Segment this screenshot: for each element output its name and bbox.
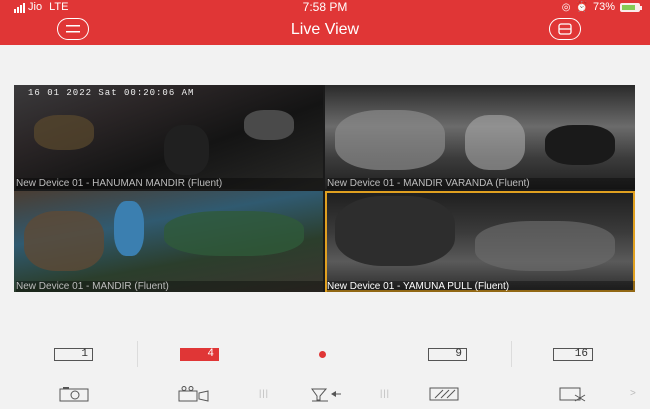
camera-caption: New Device 01 - HANUMAN MANDIR (Fluent) (16, 178, 323, 189)
split-16-tab[interactable]: 16 (553, 346, 593, 361)
split-1-label: 1 (54, 348, 93, 361)
record-button[interactable] (176, 384, 212, 404)
image-quality-icon (429, 387, 459, 401)
camera-timestamp: 16 01 2022 Sat 00:20:06 AM (28, 88, 195, 98)
split-4-tab[interactable]: 4 (180, 346, 219, 361)
more-arrow-icon[interactable]: > (630, 388, 637, 399)
app-header: Jio LTE 7:58 PM ◎ ⏰ 73% Live View (0, 0, 650, 45)
battery-percent: 73% (592, 1, 615, 13)
layout-icon (558, 23, 572, 35)
image-quality-button[interactable] (426, 384, 462, 404)
split-4-label: 4 (180, 348, 219, 361)
bottom-toolbar: ||| ||| > (0, 380, 650, 409)
stop-all-icon (559, 387, 586, 402)
record-icon (178, 386, 209, 402)
stop-all-button[interactable] (556, 384, 592, 404)
active-indicator-dot (319, 351, 326, 358)
camera-tile-4[interactable]: New Device 01 - YAMUNA PULL (Fluent) (325, 191, 635, 292)
status-right: ◎ ⏰ 73% (561, 0, 642, 15)
layout-button[interactable] (549, 18, 581, 40)
divider (511, 341, 512, 367)
camera-caption: New Device 01 - YAMUNA PULL (Fluent) (327, 281, 635, 292)
live-view-screen: Jio LTE 7:58 PM ◎ ⏰ 73% Live View 16 01 … (0, 0, 650, 409)
camera-tile-2[interactable]: New Device 01 - MANDIR VARANDA (Fluent) (325, 85, 635, 189)
capture-button[interactable] (56, 384, 92, 404)
capture-icon (59, 387, 89, 402)
status-time: 7:58 PM (302, 0, 348, 14)
camera-tile-3[interactable]: New Device 01 - MANDIR (Fluent) (14, 191, 323, 292)
grip-icon: ||| (380, 388, 391, 398)
split-9-label: 9 (428, 348, 467, 361)
camera-tile-1[interactable]: 16 01 2022 Sat 00:20:06 AM New Device 01… (14, 85, 323, 189)
grip-icon: ||| (259, 388, 270, 398)
alarm-icon: ⏰ (575, 2, 588, 13)
camera-caption: New Device 01 - MANDIR VARANDA (Fluent) (327, 178, 635, 189)
split-mode-bar: 1 4 9 16 (0, 335, 650, 371)
split-16-label: 16 (553, 348, 593, 361)
split-1-tab[interactable]: 1 (54, 346, 93, 361)
divider (137, 341, 138, 367)
ptz-button[interactable] (308, 384, 344, 404)
split-9-tab[interactable]: 9 (428, 346, 467, 361)
status-bar: Jio LTE 7:58 PM ◎ ⏰ 73% (0, 0, 650, 15)
camera-caption: New Device 01 - MANDIR (Fluent) (16, 281, 323, 292)
video-grid: 16 01 2022 Sat 00:20:06 AM New Device 01… (14, 85, 635, 292)
ptz-icon (311, 388, 341, 402)
battery-icon (620, 3, 642, 12)
hotspot-icon: ◎ (561, 2, 571, 13)
